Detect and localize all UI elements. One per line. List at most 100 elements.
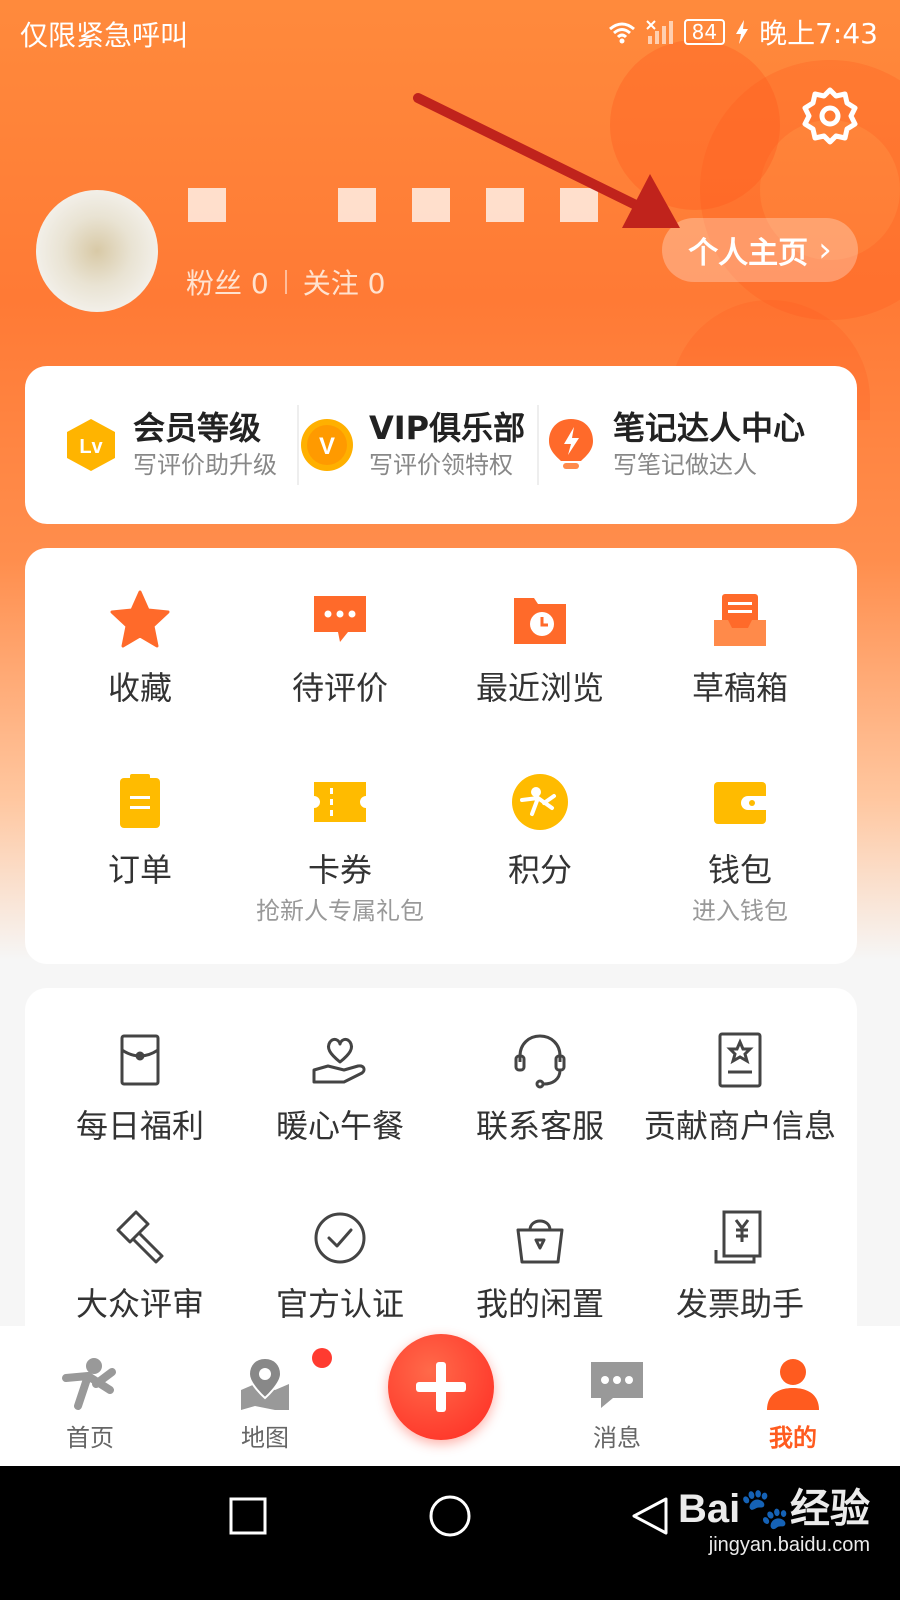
invoice-helper-entry[interactable]: 发票助手 xyxy=(640,1206,840,1324)
homepage-button-label: 个人主页 xyxy=(688,236,809,271)
tool-label: 联系客服 xyxy=(475,1107,604,1145)
tools-card: 每日福利 暖心午餐 联系客服 贡献商户信息 大众评审 官方认证 我的闲置 发票助… xyxy=(25,988,857,1348)
my-idle-entry[interactable]: 我的闲置 xyxy=(440,1206,640,1324)
contribute-merchant-entry[interactable]: 贡献商户信息 xyxy=(640,1028,840,1146)
vip-badge-icon: V xyxy=(301,419,353,471)
grid-label: 钱包 xyxy=(707,851,772,889)
store-info-icon xyxy=(718,1032,762,1088)
orders-entry[interactable]: 订单 xyxy=(40,770,240,890)
chevron-right-icon: › xyxy=(818,230,832,270)
paw-icon: 🐾 xyxy=(740,1487,790,1531)
heart-hand-icon xyxy=(312,1037,366,1084)
message-icon xyxy=(591,1362,643,1408)
daily-benefits-entry[interactable]: 每日福利 xyxy=(40,1028,240,1146)
drafts-entry[interactable]: 草稿箱 xyxy=(640,588,840,708)
draft-box-icon xyxy=(714,594,766,646)
bag-icon xyxy=(516,1219,564,1264)
baidu-watermark: Bai🐾经验 jingyan.baidu.com xyxy=(678,1476,870,1557)
home-circle-icon[interactable] xyxy=(428,1494,472,1538)
post-plus-button[interactable] xyxy=(388,1334,494,1440)
invoice-icon xyxy=(714,1210,762,1264)
plus-icon xyxy=(436,1362,446,1412)
tool-label: 暖心午餐 xyxy=(275,1107,404,1145)
grid-label: 订单 xyxy=(107,851,172,889)
charging-icon xyxy=(736,20,749,44)
tab-label: 我的 xyxy=(769,1424,817,1452)
tab-label: 消息 xyxy=(593,1424,641,1452)
bulb-badge-icon xyxy=(549,419,593,469)
note-expert-title: 笔记达人中心 xyxy=(613,409,806,447)
warm-lunch-entry[interactable]: 暖心午餐 xyxy=(240,1028,440,1146)
quick-actions-card: 收藏 待评价 最近浏览 草稿箱 订单 卡券 抢新人专属礼包 积分 钱包 进入钱包 xyxy=(25,548,857,964)
tab-home[interactable]: 首页 xyxy=(30,1354,150,1453)
tool-label: 贡献商户信息 xyxy=(643,1107,836,1145)
grid-label: 卡券 xyxy=(307,851,372,889)
favorites-entry[interactable]: 收藏 xyxy=(40,588,240,708)
watermark-suffix: 经验 xyxy=(790,1487,870,1531)
watermark-url: jingyan.baidu.com xyxy=(708,1534,870,1556)
personal-homepage-button[interactable]: 个人主页 › xyxy=(662,218,858,282)
notification-dot xyxy=(312,1348,332,1368)
order-icon xyxy=(120,774,160,828)
profile-page: 仅限紧急呼叫 84 晚上7:43 粉丝 0 关注 0 个人主页 › Lv 会员等… xyxy=(0,0,900,1600)
points-icon xyxy=(512,774,568,830)
grid-label: 积分 xyxy=(507,851,572,889)
tab-label: 地图 xyxy=(241,1424,289,1452)
tab-me[interactable]: 我的 xyxy=(733,1354,853,1453)
following-count[interactable]: 关注 0 xyxy=(303,262,386,302)
system-nav-bar: Bai🐾经验 jingyan.baidu.com xyxy=(0,1466,900,1600)
pending-review-entry[interactable]: 待评价 xyxy=(240,588,440,708)
vip-club-subtitle: 写评价领特权 xyxy=(369,451,513,479)
gavel-icon xyxy=(116,1210,164,1264)
check-circle-icon xyxy=(314,1212,366,1264)
wifi-icon xyxy=(608,22,635,44)
divider xyxy=(284,270,287,294)
headset-icon xyxy=(514,1034,566,1089)
tab-map[interactable]: 地图 xyxy=(205,1354,325,1453)
fans-count[interactable]: 粉丝 0 xyxy=(186,262,269,302)
red-envelope-icon xyxy=(120,1034,160,1086)
points-entry[interactable]: 积分 xyxy=(440,770,640,890)
svg-text:V: V xyxy=(319,433,335,460)
recent-browse-entry[interactable]: 最近浏览 xyxy=(440,588,640,708)
tab-messages[interactable]: 消息 xyxy=(557,1354,677,1453)
tool-label: 大众评审 xyxy=(75,1285,204,1323)
star-icon xyxy=(110,590,170,648)
comment-icon xyxy=(314,596,366,642)
battery-indicator: 84 xyxy=(683,19,726,45)
history-folder-icon xyxy=(514,598,566,644)
tool-label: 官方认证 xyxy=(275,1285,404,1323)
member-level-subtitle: 写评价助升级 xyxy=(133,451,277,479)
tool-label: 每日福利 xyxy=(75,1107,204,1145)
avatar[interactable] xyxy=(36,190,158,312)
clock: 晚上7:43 xyxy=(759,17,878,50)
bottom-tab-bar: 首页 地图 消息 我的 xyxy=(0,1326,900,1466)
member-level-entry[interactable]: Lv 会员等级 写评价助升级 xyxy=(25,366,297,524)
lv-badge-icon: Lv xyxy=(67,419,115,471)
official-cert-entry[interactable]: 官方认证 xyxy=(240,1206,440,1324)
back-triangle-icon[interactable] xyxy=(630,1496,670,1536)
settings-gear-icon[interactable] xyxy=(800,86,860,146)
public-review-entry[interactable]: 大众评审 xyxy=(40,1206,240,1324)
home-person-icon xyxy=(62,1358,116,1410)
tool-label: 发票助手 xyxy=(675,1285,804,1323)
vip-club-entry[interactable]: V VIP俱乐部 写评价领特权 xyxy=(299,366,537,524)
annotation-arrow-icon xyxy=(413,93,680,228)
wallet-entry[interactable]: 钱包 进入钱包 xyxy=(640,770,840,926)
signal-icon xyxy=(645,20,673,44)
watermark-brand: Bai xyxy=(677,1487,741,1531)
blurred-block xyxy=(188,188,226,222)
status-bar: 仅限紧急呼叫 84 晚上7:43 xyxy=(0,0,900,62)
coupon-icon xyxy=(314,782,366,822)
map-pin-icon xyxy=(241,1356,289,1410)
recent-apps-icon[interactable] xyxy=(228,1496,268,1536)
tab-label: 首页 xyxy=(66,1424,114,1452)
note-expert-entry[interactable]: 笔记达人中心 写笔记做达人 xyxy=(539,366,839,524)
member-card: Lv 会员等级 写评价助升级 V VIP俱乐部 写评价领特权 笔记达人中心 写笔… xyxy=(25,366,857,524)
user-icon xyxy=(767,1359,819,1410)
customer-service-entry[interactable]: 联系客服 xyxy=(440,1028,640,1146)
coupons-entry[interactable]: 卡券 抢新人专属礼包 xyxy=(240,770,440,926)
carrier-text: 仅限紧急呼叫 xyxy=(20,19,189,52)
blurred-block xyxy=(338,188,376,222)
wallet-icon xyxy=(714,782,766,824)
